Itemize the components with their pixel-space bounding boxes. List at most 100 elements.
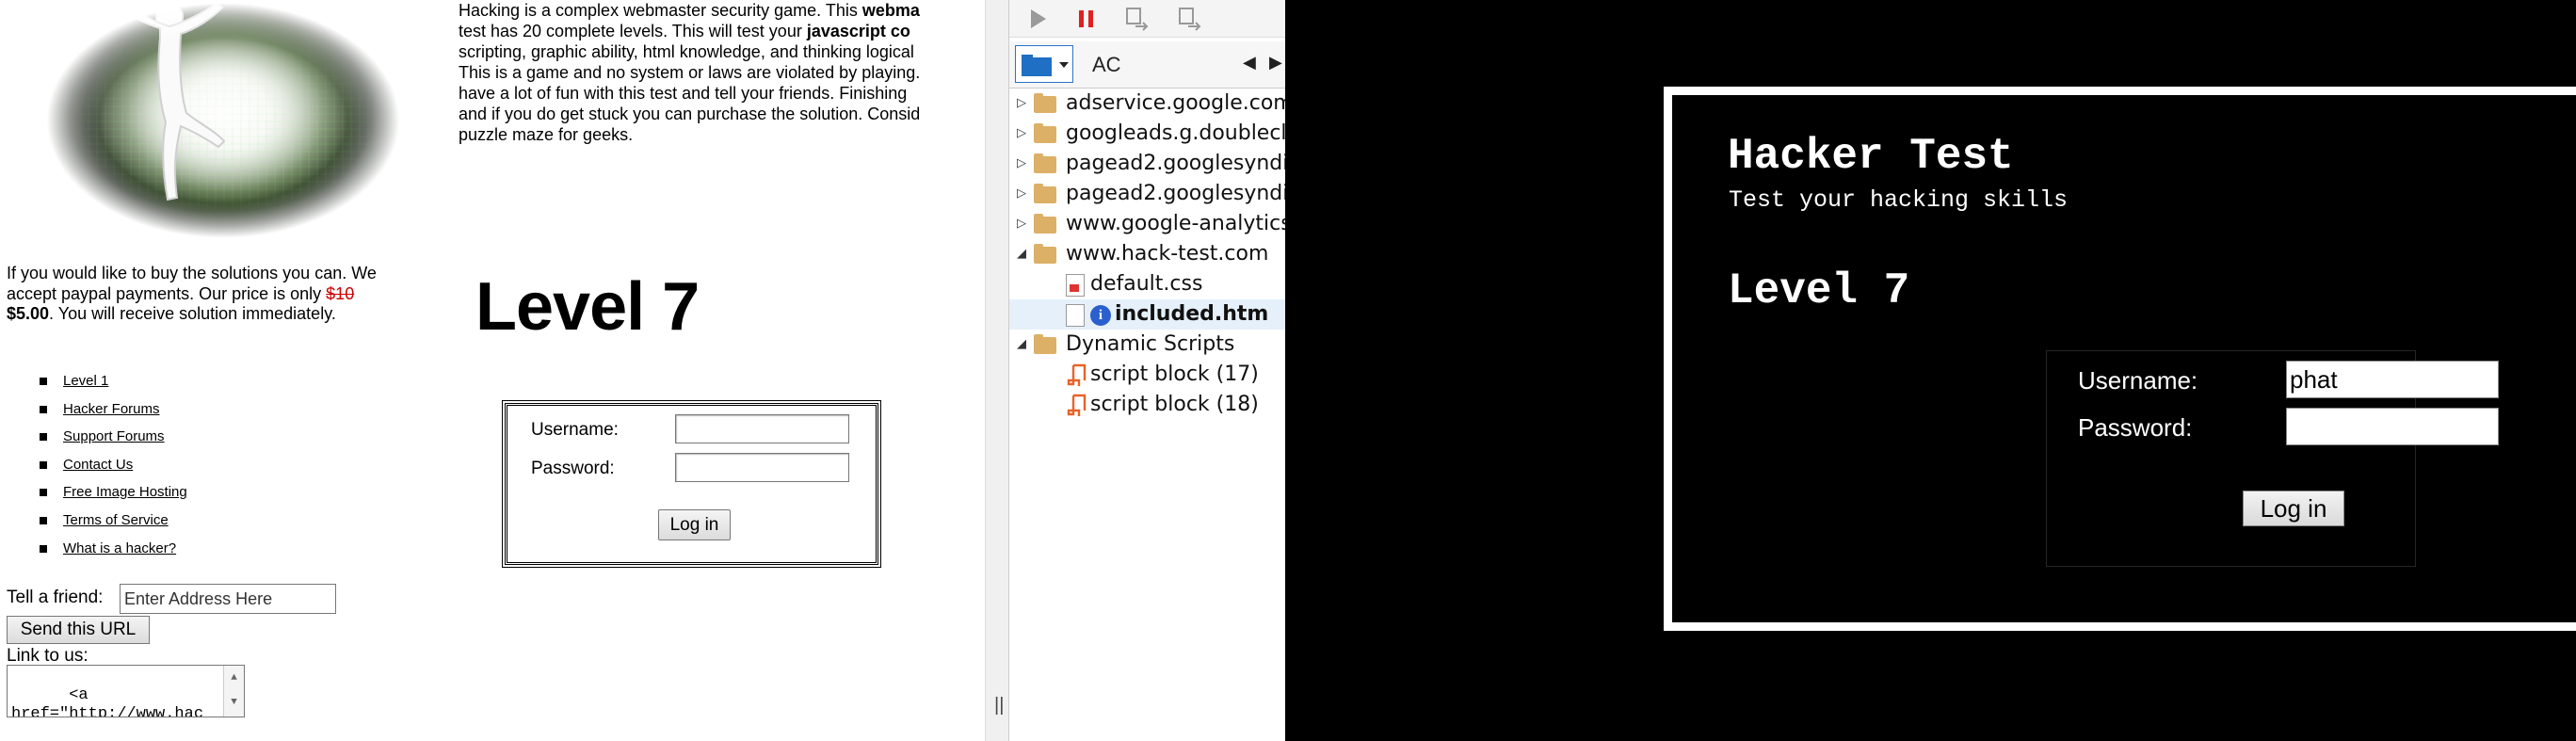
intro-line: and if you do get stuck you can purchase… bbox=[459, 105, 921, 123]
username-input[interactable]: phat bbox=[2286, 361, 2499, 398]
tree-item[interactable]: ◢ www.hack-test.com bbox=[1009, 239, 1286, 269]
app-subtitle: Test your hacking skills bbox=[1729, 186, 2069, 214]
send-url-button[interactable]: Send this URL bbox=[7, 616, 150, 644]
nav-link-terms-of-service[interactable]: Terms of Service bbox=[63, 512, 169, 528]
intro-line: scripting, graphic ability, html knowled… bbox=[459, 42, 914, 61]
nav-link-hacker-forums[interactable]: Hacker Forums bbox=[63, 401, 160, 417]
folder-icon bbox=[1034, 334, 1056, 354]
tree-item[interactable]: script block (17) bbox=[1009, 360, 1286, 390]
tree-item[interactable]: ▷ pagead2.googlesyndi bbox=[1009, 179, 1288, 209]
intro-line: Hacking is a complex webmaster security … bbox=[459, 1, 920, 20]
folder-icon bbox=[1034, 93, 1056, 113]
intro-line: puzzle maze for geeks. bbox=[459, 125, 634, 144]
folder-icon bbox=[1034, 123, 1056, 143]
nav-link-support-forums[interactable]: Support Forums bbox=[63, 428, 165, 444]
password-label: Password: bbox=[531, 459, 615, 478]
source-tabbar: AC ◀ ▶ bbox=[1009, 41, 1286, 89]
folder-dropdown[interactable] bbox=[1015, 45, 1073, 83]
tree-item-label: script block (18) bbox=[1090, 393, 1259, 416]
buy-line: $5.00. You will receive solution immedia… bbox=[7, 304, 336, 323]
nav-item: Terms of Service bbox=[38, 510, 187, 539]
nav-item: What is a hacker? bbox=[38, 539, 187, 567]
textarea-scrollbar[interactable]: ▲ ▼ bbox=[223, 666, 244, 717]
old-price: $10 bbox=[326, 283, 355, 303]
username-label: Username: bbox=[531, 420, 619, 440]
dark-login-form: Username: phat Password: Log in bbox=[2046, 350, 2499, 567]
tree-item[interactable]: ▷ pagead2.googlesyndi bbox=[1009, 149, 1289, 179]
folder-icon bbox=[1034, 214, 1056, 234]
scroll-down-icon[interactable]: ▼ bbox=[224, 690, 244, 715]
tree-item[interactable]: i included.htm bbox=[1009, 299, 1286, 330]
nav-item: Level 1 bbox=[38, 371, 187, 399]
tell-friend-label: Tell a friend: bbox=[7, 588, 104, 607]
collapsed-triangle-icon[interactable]: ▷ bbox=[1017, 119, 1026, 149]
collapsed-triangle-icon[interactable]: ▷ bbox=[1017, 209, 1026, 239]
tree-item-label: pagead2.googlesyndi bbox=[1066, 152, 1289, 175]
tree-item[interactable]: ▷ adservice.google.com bbox=[1009, 89, 1294, 119]
expanded-triangle-icon[interactable]: ◢ bbox=[1017, 330, 1026, 360]
scroll-up-icon[interactable]: ▲ bbox=[224, 666, 244, 690]
collapsed-triangle-icon[interactable]: ▷ bbox=[1017, 149, 1026, 179]
nav-item: Free Image Hosting bbox=[38, 482, 187, 510]
debug-toolbar bbox=[1009, 0, 1286, 38]
hacker-figure-image bbox=[0, 0, 446, 254]
script-block-icon bbox=[1067, 363, 1087, 386]
css-file-icon bbox=[1066, 274, 1085, 297]
password-input[interactable] bbox=[675, 453, 849, 482]
tree-item[interactable]: ▷ www.google-analytics bbox=[1009, 209, 1292, 239]
source-tree: ▷ adservice.google.com ▷ googleads.g.double… bbox=[1009, 89, 1294, 420]
new-price: $5.00 bbox=[7, 304, 50, 323]
nav-link-level-1[interactable]: Level 1 bbox=[63, 373, 108, 389]
tree-item[interactable]: default.css bbox=[1009, 269, 1286, 299]
buy-line: accept paypal payments. Our price is onl… bbox=[7, 283, 355, 303]
password-input[interactable] bbox=[2286, 408, 2499, 445]
link-code-text: <a href="http://www.hac bbox=[11, 686, 204, 717]
chevron-down-icon bbox=[1059, 62, 1069, 68]
username-input[interactable] bbox=[675, 414, 849, 443]
tree-item-label: default.css bbox=[1090, 272, 1203, 296]
login-button[interactable]: Log in bbox=[2243, 491, 2344, 526]
login-button[interactable]: Log in bbox=[658, 509, 731, 540]
tree-item[interactable]: ▷ googleads.g.doublecl bbox=[1009, 119, 1287, 149]
collapsed-triangle-icon[interactable]: ▷ bbox=[1017, 89, 1026, 119]
nav-item: Hacker Forums bbox=[38, 399, 187, 427]
expanded-triangle-icon[interactable]: ◢ bbox=[1017, 239, 1026, 269]
link-to-us-label: Link to us: bbox=[7, 646, 89, 666]
html-file-icon bbox=[1066, 304, 1085, 327]
buy-line: If you would like to buy the solutions y… bbox=[7, 264, 377, 282]
continue-icon[interactable] bbox=[1024, 6, 1051, 32]
tree-item-label: www.google-analytics bbox=[1066, 212, 1292, 235]
username-label: Username: bbox=[2078, 366, 2198, 395]
intro-line: This is a game and no system or laws are… bbox=[459, 63, 921, 82]
nav-item: Contact Us bbox=[38, 455, 187, 483]
tab-ac[interactable]: AC bbox=[1092, 53, 1121, 77]
hack-test-page: Hacking is a complex webmaster security … bbox=[0, 0, 985, 741]
nav-link-free-image-hosting[interactable]: Free Image Hosting bbox=[63, 484, 187, 500]
tree-item-label: googleads.g.doublecl bbox=[1066, 121, 1287, 145]
next-tab-icon[interactable]: ▶ bbox=[1269, 53, 1282, 72]
folder-icon bbox=[1034, 244, 1056, 264]
page-title: Level 7 bbox=[475, 269, 700, 345]
intro-line: have a lot of fun with this test and tel… bbox=[459, 84, 908, 103]
buy-solutions-text: If you would like to buy the solutions y… bbox=[7, 264, 449, 325]
nav-links: Level 1 Hacker Forums Support Forums Contac… bbox=[38, 371, 187, 566]
step-into-icon[interactable] bbox=[1124, 6, 1151, 32]
step-over-icon[interactable] bbox=[1177, 6, 1203, 32]
tree-item[interactable]: ◢ Dynamic Scripts bbox=[1009, 330, 1286, 360]
splitter[interactable]: || bbox=[986, 0, 1009, 741]
login-form: Username: Password: Log in bbox=[502, 400, 881, 568]
folder-icon bbox=[1034, 153, 1056, 173]
friend-address-input[interactable]: Enter Address Here bbox=[120, 584, 336, 614]
nav-link-contact-us[interactable]: Contact Us bbox=[63, 457, 133, 473]
info-icon: i bbox=[1090, 305, 1111, 326]
collapsed-triangle-icon[interactable]: ▷ bbox=[1017, 179, 1026, 209]
nav-link-what-is-a-hacker[interactable]: What is a hacker? bbox=[63, 540, 176, 556]
tree-item[interactable]: script block (18) bbox=[1009, 390, 1286, 420]
intro-line: test has 20 complete levels. This will t… bbox=[459, 22, 910, 40]
pause-icon[interactable] bbox=[1073, 6, 1100, 32]
tree-item-label: Dynamic Scripts bbox=[1066, 332, 1235, 356]
link-code-textarea[interactable]: <a href="http://www.hac ▲ ▼ bbox=[7, 665, 245, 717]
splitter-grip-icon[interactable]: || bbox=[994, 695, 1004, 717]
prev-tab-icon[interactable]: ◀ bbox=[1243, 53, 1256, 72]
tree-item-label: www.hack-test.com bbox=[1066, 242, 1269, 266]
